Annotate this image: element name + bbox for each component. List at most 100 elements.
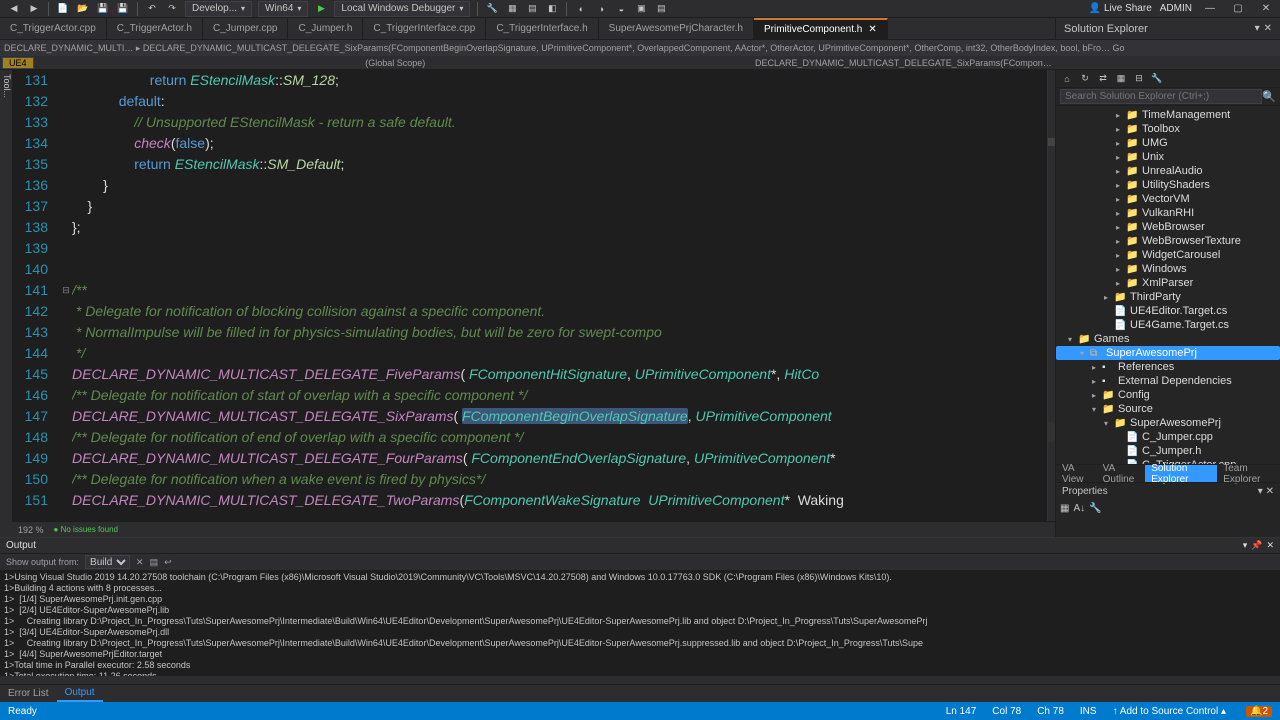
file-tab[interactable]: PrimitiveComponent.h✕: [754, 18, 888, 39]
file-tab[interactable]: C_Jumper.cpp: [203, 18, 288, 39]
search-input[interactable]: [1060, 89, 1262, 104]
solution-tree[interactable]: ▸📁TimeManagement▸📁Toolbox▸📁UMG▸📁Unix▸📁Un…: [1056, 106, 1280, 464]
tree-item[interactable]: 📄UE4Game.Target.cs: [1056, 318, 1280, 332]
file-tab[interactable]: C_TriggerActor.h: [107, 18, 203, 39]
tree-item[interactable]: ▸📁VulkanRHI: [1056, 206, 1280, 220]
open-icon[interactable]: 📂: [75, 2, 91, 16]
output-tab[interactable]: Error List: [0, 685, 57, 702]
tool-icon[interactable]: ◐: [573, 2, 589, 16]
zoom-level[interactable]: 192 %: [18, 525, 44, 535]
close-icon[interactable]: ✕: [1258, 2, 1274, 16]
tree-item[interactable]: 📄C_Jumper.cpp: [1056, 430, 1280, 444]
tree-item[interactable]: ▸📁UtilityShaders: [1056, 178, 1280, 192]
close-icon[interactable]: ✕: [1266, 540, 1274, 550]
categorize-icon[interactable]: ▦: [1060, 503, 1069, 514]
config-dropdown[interactable]: Develop...: [185, 1, 252, 17]
debugger-dropdown[interactable]: Local Windows Debugger: [334, 1, 470, 17]
tree-item[interactable]: ▸📁WebBrowserTexture: [1056, 234, 1280, 248]
tree-item[interactable]: ▸📁Toolbox: [1056, 122, 1280, 136]
sync-icon[interactable]: ⇄: [1096, 72, 1110, 86]
tree-item[interactable]: ▸📁Windows: [1056, 262, 1280, 276]
tree-item[interactable]: ▾📁Source: [1056, 402, 1280, 416]
tree-item[interactable]: ▾📁SuperAwesomePrj: [1056, 416, 1280, 430]
tree-item[interactable]: ▸📁TimeManagement: [1056, 108, 1280, 122]
output-text[interactable]: 1>Using Visual Studio 2019 14.20.27508 t…: [0, 570, 1280, 676]
panel-tab[interactable]: Team Explorer: [1217, 465, 1280, 482]
min-icon[interactable]: —: [1202, 2, 1218, 16]
close-icon[interactable]: ✕: [868, 24, 876, 35]
save-all-icon[interactable]: 💾: [115, 2, 131, 16]
tool-icon[interactable]: ◑: [593, 2, 609, 16]
file-tab[interactable]: C_TriggerInterface.h: [486, 18, 598, 39]
output-tab[interactable]: Output: [57, 685, 103, 702]
scope-center[interactable]: (Global Scope): [36, 58, 755, 68]
tree-item[interactable]: ▸📁Config: [1056, 388, 1280, 402]
file-tab[interactable]: SuperAwesomePrjCharacter.h: [599, 18, 754, 39]
tree-item[interactable]: ▸📁WebBrowser: [1056, 220, 1280, 234]
sort-icon[interactable]: A↓: [1073, 503, 1085, 514]
minimap-scrollbar[interactable]: [1047, 70, 1055, 521]
refresh-icon[interactable]: ↻: [1078, 72, 1092, 86]
tree-item[interactable]: ▸📁Unix: [1056, 150, 1280, 164]
notifications-badge[interactable]: 🔔2: [1246, 706, 1272, 717]
source-control-button[interactable]: ↑ Add to Source Control ▴: [1113, 706, 1226, 717]
tool-icon[interactable]: ◒: [613, 2, 629, 16]
code-content[interactable]: return EStencilMask::SM_128; default: //…: [72, 70, 1047, 521]
live-share-button[interactable]: 👤 Live Share: [1089, 3, 1152, 14]
dropdown-icon[interactable]: ▾: [1243, 540, 1248, 550]
tool-icon[interactable]: ▦: [504, 2, 520, 16]
save-icon[interactable]: 💾: [95, 2, 111, 16]
pin-icon[interactable]: ▾: [1258, 486, 1263, 497]
output-from-select[interactable]: Build: [85, 555, 130, 569]
max-icon[interactable]: ▢: [1230, 2, 1246, 16]
new-file-icon[interactable]: 📄: [55, 2, 71, 16]
search-icon[interactable]: 🔍: [1262, 90, 1276, 103]
toggle-icon[interactable]: ▤: [150, 557, 159, 568]
breadcrumb[interactable]: DECLARE_DYNAMIC_MULTI… ▸ DECLARE_DYNAMIC…: [0, 40, 1280, 56]
tree-item[interactable]: ▸📁WidgetCarousel: [1056, 248, 1280, 262]
undo-icon[interactable]: ↶: [144, 2, 160, 16]
fold-column[interactable]: ⊟: [60, 70, 72, 521]
tree-item[interactable]: ▾📁Games: [1056, 332, 1280, 346]
tree-item[interactable]: ▾⧉SuperAwesomePrj: [1056, 346, 1280, 360]
wrench-icon[interactable]: 🔧: [1089, 503, 1101, 514]
properties-icon[interactable]: 🔧: [1150, 72, 1164, 86]
collapse-icon[interactable]: ⊟: [1132, 72, 1146, 86]
nav-fwd-icon[interactable]: ▶: [26, 2, 42, 16]
redo-icon[interactable]: ↷: [164, 2, 180, 16]
platform-dropdown[interactable]: Win64: [258, 1, 308, 17]
issues-indicator[interactable]: ● No issues found: [54, 525, 118, 534]
play-icon[interactable]: ▶: [313, 2, 329, 16]
output-hscroll[interactable]: [0, 676, 1280, 684]
clear-icon[interactable]: ✕: [136, 557, 144, 568]
scope-right[interactable]: DECLARE_DYNAMIC_MULTICAST_DELEGATE_SixPa…: [755, 58, 1055, 68]
panel-tab[interactable]: VA Outline: [1097, 465, 1146, 482]
close-icon[interactable]: ✕: [1264, 23, 1272, 34]
tree-item[interactable]: ▸📁UnrealAudio: [1056, 164, 1280, 178]
tree-item[interactable]: ▸📁ThirdParty: [1056, 290, 1280, 304]
tree-item[interactable]: ▸📁XmlParser: [1056, 276, 1280, 290]
file-tab[interactable]: C_TriggerActor.cpp: [0, 18, 107, 39]
tree-item[interactable]: ▸📁UMG: [1056, 136, 1280, 150]
file-tab[interactable]: C_TriggerInterface.cpp: [363, 18, 486, 39]
close-icon[interactable]: ✕: [1266, 486, 1274, 497]
panel-tab[interactable]: VA View: [1056, 465, 1097, 482]
tree-item[interactable]: ▸▪References: [1056, 360, 1280, 374]
tool-icon[interactable]: ▤: [653, 2, 669, 16]
tool-icon[interactable]: 🔧: [484, 2, 500, 16]
toolbox-tab[interactable]: Tool...: [0, 70, 12, 102]
project-pill[interactable]: UE4: [2, 57, 34, 69]
tree-item[interactable]: ▸▪External Dependencies: [1056, 374, 1280, 388]
show-all-icon[interactable]: ▦: [1114, 72, 1128, 86]
pin-icon[interactable]: 📌: [1251, 540, 1262, 550]
panel-tab[interactable]: Solution Explorer: [1145, 465, 1217, 482]
file-tab[interactable]: C_Jumper.h: [288, 18, 363, 39]
home-icon[interactable]: ⌂: [1060, 72, 1074, 86]
tool-icon[interactable]: ◧: [544, 2, 560, 16]
tool-icon[interactable]: ▤: [524, 2, 540, 16]
nav-back-icon[interactable]: ◀: [6, 2, 22, 16]
pin-icon[interactable]: ▾: [1255, 23, 1260, 34]
wrap-icon[interactable]: ↩: [164, 557, 172, 568]
code-editor[interactable]: 1311321331341351361371381391401411421431…: [12, 70, 1055, 537]
tree-item[interactable]: ▸📁VectorVM: [1056, 192, 1280, 206]
